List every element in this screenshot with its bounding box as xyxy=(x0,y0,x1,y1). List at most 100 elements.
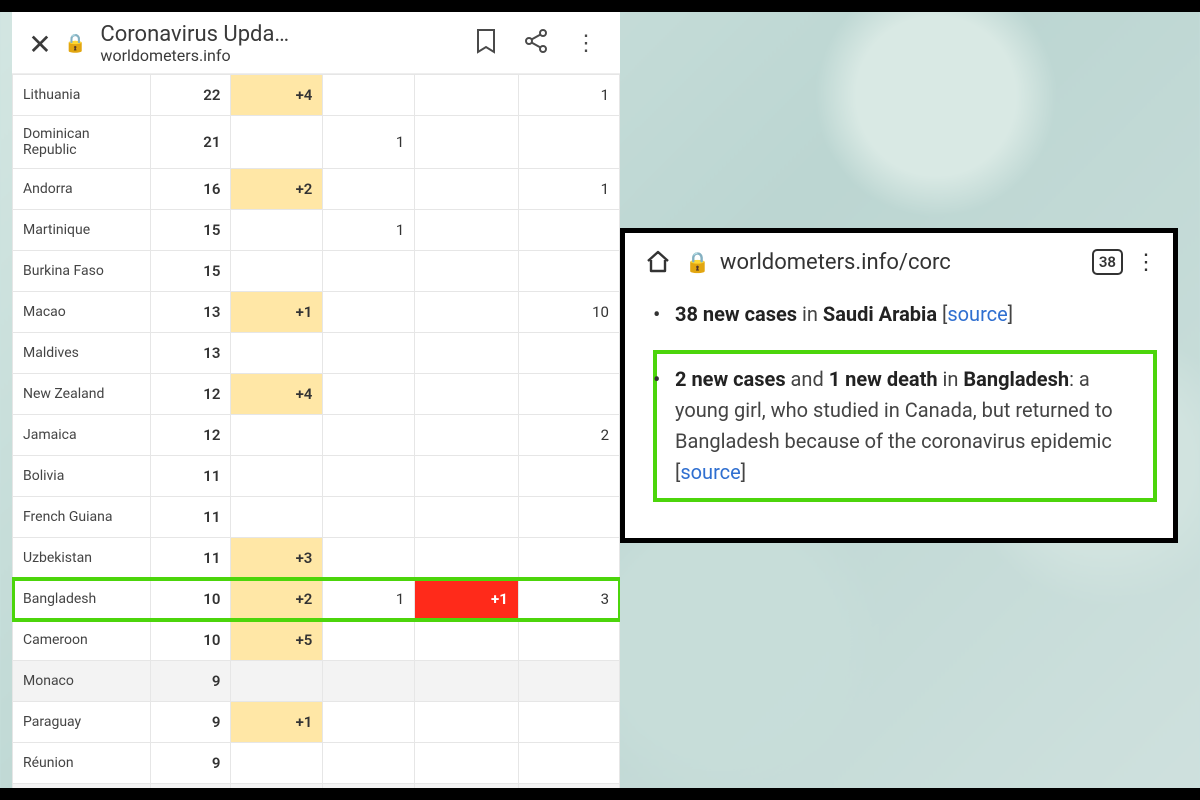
country-table: Lithuania22+41Dominican Republic211Andor… xyxy=(12,74,620,788)
table-row[interactable]: Martinique151 xyxy=(13,210,620,251)
new-deaths-cell xyxy=(415,784,518,789)
new-cases-cell: +1 xyxy=(231,702,323,743)
letterbox-top xyxy=(0,0,1200,12)
total-deaths-cell xyxy=(323,333,415,374)
country-cell: Andorra xyxy=(13,169,151,210)
recovered-cell xyxy=(518,497,619,538)
recovered-cell: 10 xyxy=(518,292,619,333)
new-cases-cell: +4 xyxy=(231,374,323,415)
tab-count-badge[interactable]: 38 xyxy=(1092,249,1123,275)
close-icon[interactable]: ✕ xyxy=(26,26,54,61)
total-cases-cell: 11 xyxy=(150,456,230,497)
new-deaths-cell xyxy=(415,75,518,116)
table-row[interactable]: Bolivia11 xyxy=(13,456,620,497)
recovered-cell xyxy=(518,456,619,497)
news-list: 38 new cases in Saudi Arabia [source]2 n… xyxy=(625,287,1173,496)
source-link[interactable]: source xyxy=(947,302,1007,326)
table-row[interactable]: Uzbekistan11+3 xyxy=(13,538,620,579)
table-row[interactable]: Jamaica12 2 xyxy=(13,415,620,456)
recovered-cell xyxy=(518,210,619,251)
new-deaths-cell xyxy=(415,251,518,292)
mobile-browser-left: ✕ 🔒 Coronavirus Upda… worldometers.info … xyxy=(12,12,620,788)
new-deaths-cell xyxy=(415,374,518,415)
total-cases-cell: 13 xyxy=(150,292,230,333)
country-cell: Dominican Republic xyxy=(13,116,151,169)
new-cases-cell xyxy=(231,415,323,456)
country-cell: Jamaica xyxy=(13,415,151,456)
source-link[interactable]: source xyxy=(680,460,740,484)
new-cases-cell xyxy=(231,456,323,497)
table-row[interactable]: Cameroon10+5 xyxy=(13,620,620,661)
new-deaths-cell xyxy=(415,116,518,169)
table-row[interactable]: Monaco9 xyxy=(13,661,620,702)
table-row[interactable]: Burkina Faso15 xyxy=(13,251,620,292)
total-cases-cell: 11 xyxy=(150,538,230,579)
total-cases-cell: 12 xyxy=(150,374,230,415)
url-bar[interactable]: 🔒 worldometers.info/corc xyxy=(685,250,1080,275)
table-row[interactable]: Andorra16+21 xyxy=(13,169,620,210)
news-popup: 🔒 worldometers.info/corc 38 ⋮ 38 new cas… xyxy=(620,228,1178,543)
more-icon[interactable]: ⋮ xyxy=(566,31,606,56)
new-deaths-cell xyxy=(415,415,518,456)
more-icon[interactable]: ⋮ xyxy=(1135,250,1155,275)
recovered-cell: 1 xyxy=(518,75,619,116)
total-deaths-cell: 1 xyxy=(323,784,415,789)
new-deaths-cell xyxy=(415,620,518,661)
total-deaths-cell xyxy=(323,702,415,743)
new-deaths-cell xyxy=(415,661,518,702)
page-domain: worldometers.info xyxy=(100,47,289,65)
table-row[interactable]: Dominican Republic211 xyxy=(13,116,620,169)
country-cell: Guatemala xyxy=(13,784,151,789)
bookmark-icon[interactable] xyxy=(466,28,506,60)
total-cases-cell: 12 xyxy=(150,415,230,456)
country-cell: Uzbekistan xyxy=(13,538,151,579)
new-deaths-cell xyxy=(415,743,518,784)
new-cases-cell: +1 xyxy=(231,292,323,333)
table-row[interactable]: Macao13+110 xyxy=(13,292,620,333)
recovered-cell xyxy=(518,620,619,661)
table-row[interactable]: Lithuania22+41 xyxy=(13,75,620,116)
new-cases-cell: +2 xyxy=(231,579,323,620)
table-row[interactable]: Bangladesh10+21+13 xyxy=(13,579,620,620)
country-cell: Maldives xyxy=(13,333,151,374)
total-cases-cell: 11 xyxy=(150,497,230,538)
table-row[interactable]: Guatemala8 1 xyxy=(13,784,620,789)
new-cases-cell xyxy=(231,210,323,251)
recovered-cell xyxy=(518,333,619,374)
new-deaths-cell xyxy=(415,333,518,374)
new-deaths-cell xyxy=(415,210,518,251)
page-title-block[interactable]: Coronavirus Upda… worldometers.info xyxy=(100,22,289,66)
new-deaths-cell xyxy=(415,292,518,333)
total-cases-cell: 13 xyxy=(150,333,230,374)
recovered-cell xyxy=(518,661,619,702)
total-deaths-cell xyxy=(323,743,415,784)
recovered-cell: 2 xyxy=(518,415,619,456)
table-row[interactable]: Paraguay9+1 xyxy=(13,702,620,743)
table-row[interactable]: Maldives13 xyxy=(13,333,620,374)
table-row[interactable]: New Zealand12+4 xyxy=(13,374,620,415)
recovered-cell xyxy=(518,784,619,789)
home-icon[interactable] xyxy=(643,247,673,277)
country-cell: Bolivia xyxy=(13,456,151,497)
total-cases-cell: 8 xyxy=(150,784,230,789)
total-deaths-cell xyxy=(323,620,415,661)
total-deaths-cell xyxy=(323,374,415,415)
table-row[interactable]: French Guiana11 xyxy=(13,497,620,538)
new-cases-cell: +2 xyxy=(231,169,323,210)
lock-icon: 🔒 xyxy=(64,33,86,54)
country-cell: Burkina Faso xyxy=(13,251,151,292)
recovered-cell xyxy=(518,743,619,784)
total-deaths-cell xyxy=(323,538,415,579)
new-cases-cell xyxy=(231,497,323,538)
new-cases-cell xyxy=(231,743,323,784)
country-cell: Martinique xyxy=(13,210,151,251)
total-deaths-cell xyxy=(323,75,415,116)
country-cell: New Zealand xyxy=(13,374,151,415)
total-deaths-cell xyxy=(323,292,415,333)
country-table-wrap[interactable]: Lithuania22+41Dominican Republic211Andor… xyxy=(12,74,620,788)
country-cell: Bangladesh xyxy=(13,579,151,620)
table-row[interactable]: Réunion9 xyxy=(13,743,620,784)
country-cell: Monaco xyxy=(13,661,151,702)
recovered-cell xyxy=(518,251,619,292)
share-icon[interactable] xyxy=(516,29,556,59)
